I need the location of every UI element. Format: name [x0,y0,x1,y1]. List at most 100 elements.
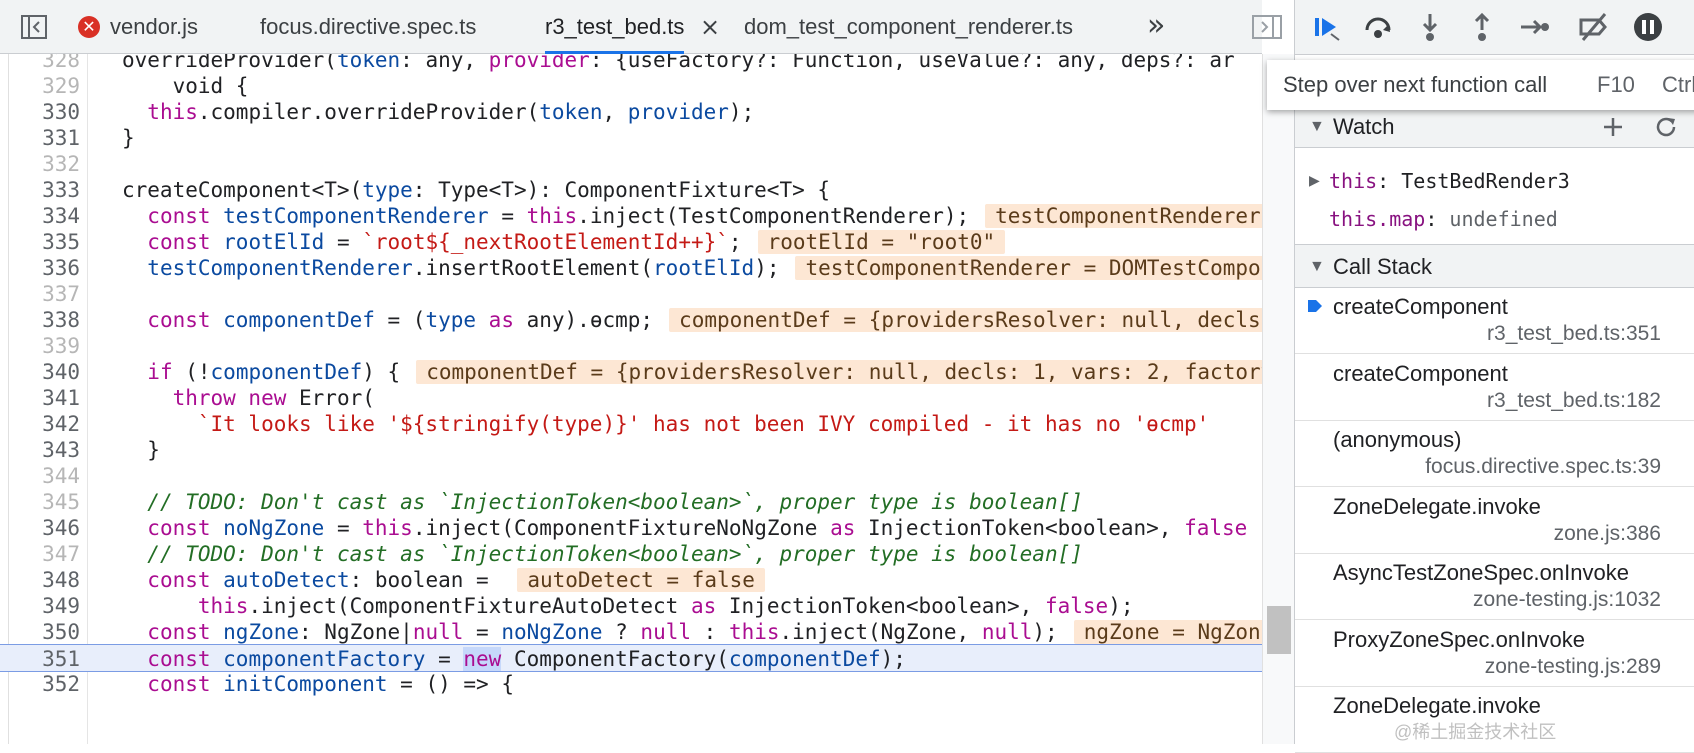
line-number[interactable]: 342 [8,410,80,438]
code-line[interactable]: 344 [0,462,1262,490]
watch-header[interactable]: ▼ Watch [1295,104,1694,148]
line-number[interactable]: 343 [8,436,80,464]
code-line[interactable]: 339 [0,332,1262,360]
tab-r3-test-bed[interactable]: r3_test_bed.ts [545,0,685,54]
line-number[interactable]: 349 [8,592,80,620]
line-number[interactable]: 330 [8,98,80,126]
current-frame-arrow-icon [1308,300,1322,312]
line-number[interactable]: 337 [8,280,80,308]
code-token: componentFactory [223,647,426,671]
code-line[interactable]: 333 createComponent<T>(type: Type<T>): Co… [0,176,1262,204]
line-number[interactable]: 340 [8,358,80,386]
code-token: .inject(TestComponentRenderer); [577,204,970,228]
code-line[interactable]: 345 // TODO: Don't cast as `InjectionTok… [0,488,1262,516]
line-number[interactable]: 344 [8,462,80,490]
code-text: // TODO: Don't cast as `InjectionToken<b… [122,488,1083,516]
line-number[interactable]: 339 [8,332,80,360]
code-line[interactable]: 347 // TODO: Don't cast as `InjectionTok… [0,540,1262,568]
watch-item[interactable]: this.map: undefined [1295,200,1694,238]
line-number[interactable]: 335 [8,228,80,256]
line-number[interactable]: 346 [8,514,80,542]
toggle-navigator-icon[interactable] [20,13,48,41]
tab-focus-directive-spec[interactable]: focus.directive.spec.ts [260,0,476,54]
scroll-thumb[interactable] [1267,606,1291,654]
code-token: `root${_nextRootElementId++}` [362,230,729,254]
code-line[interactable]: 350 const ngZone: NgZone|null = noNgZone… [0,618,1262,646]
code-text: // TODO: Don't cast as `InjectionToken<b… [122,540,1083,568]
close-tab-icon[interactable]: × [700,0,720,54]
call-stack-frame[interactable]: ZoneDelegate.invoke zone.js:386 [1295,488,1694,554]
current-execution-line[interactable]: 351 const componentFactory = new Compone… [0,644,1262,672]
code-line[interactable]: 329 void { [0,72,1262,100]
line-number[interactable]: 348 [8,566,80,594]
editor-scrollbar[interactable] [1262,54,1295,744]
inline-variable-value: testComponentRenderer = DOMTestComponent… [985,204,1262,228]
line-number[interactable]: 347 [8,540,80,568]
call-stack-frame[interactable]: createComponent r3_test_bed.ts:182 [1295,355,1694,421]
deactivate-breakpoints-icon[interactable] [1577,10,1611,44]
line-number[interactable]: 328 [8,54,80,74]
call-stack-frame[interactable]: createComponent r3_test_bed.ts:351 [1295,288,1694,354]
frame-function-name: ZoneDelegate.invoke [1333,693,1541,718]
call-stack-frame[interactable]: (anonymous) focus.directive.spec.ts:39 [1295,421,1694,487]
code-line[interactable]: 334 const testComponentRenderer = this.i… [0,202,1262,230]
code-token: autoDetect [223,568,350,592]
watch-value: undefined [1449,207,1558,231]
tab-vendor-js[interactable]: vendor.js [110,0,198,54]
step-into-icon[interactable] [1413,10,1447,44]
tab-dom-test-component-renderer[interactable]: dom_test_component_renderer.ts [744,0,1073,54]
line-number[interactable]: 331 [8,124,80,152]
code-token: provider [488,54,590,72]
code-line[interactable]: 338 const componentDef = (type as any).ɵ… [0,306,1262,334]
add-watch-icon[interactable] [1601,115,1625,139]
line-number[interactable]: 351 [8,645,80,673]
line-number[interactable]: 350 [8,618,80,646]
line-number[interactable]: 332 [8,150,80,178]
watch-expression: this.map [1329,207,1426,231]
refresh-icon[interactable] [1653,114,1679,140]
watch-item[interactable]: ▶ this: TestBedRender3 [1295,162,1694,200]
code-line[interactable]: 337 [0,280,1262,308]
more-tabs-icon[interactable]: » [1147,0,1165,54]
line-number[interactable]: 329 [8,72,80,100]
code-line[interactable]: 342 `It looks like '${stringify(type)}' … [0,410,1262,438]
toggle-debugger-icon[interactable] [1252,14,1282,40]
code-editor[interactable]: 328 overrideProvider(token: any, provider… [0,54,1262,744]
pause-on-exceptions-icon[interactable] [1631,10,1665,44]
call-stack-frame[interactable]: AsyncTestZoneSpec.onInvoke zone-testing.j… [1295,554,1694,620]
step-over-icon[interactable] [1361,10,1395,44]
code-line[interactable]: 336 testComponentRenderer.insertRootElem… [0,254,1262,282]
inline-variable-value: autoDetect = false [517,568,765,592]
code-line[interactable]: 340 if (!componentDef) {componentDef = {… [0,358,1262,386]
watch-title: Watch [1333,114,1395,139]
line-number[interactable]: 345 [8,488,80,516]
code-line[interactable]: 332 [0,150,1262,178]
error-icon: ✕ [78,16,100,38]
code-line[interactable]: 352 const initComponent = () => { [0,670,1262,698]
call-stack-frame[interactable]: ProxyZoneSpec.onInvoke zone-testing.js:28… [1295,621,1694,687]
code-line[interactable]: 343 } [0,436,1262,464]
code-text: throw new Error( [122,384,375,412]
resume-icon[interactable] [1309,10,1343,44]
line-number[interactable]: 341 [8,384,80,412]
line-number[interactable]: 333 [8,176,80,204]
code-line[interactable]: 349 this.inject(ComponentFixtureAutoDete… [0,592,1262,620]
code-line[interactable]: 341 throw new Error( [0,384,1262,412]
code-line[interactable]: 330 this.compiler.overrideProvider(token… [0,98,1262,126]
code-line[interactable]: 348 const autoDetect: boolean = autoDete… [0,566,1262,594]
code-text: const testComponentRenderer = this.injec… [122,202,1262,230]
step-icon[interactable] [1517,10,1551,44]
expand-triangle-icon[interactable]: ▶ [1309,162,1320,200]
call-stack-header[interactable]: ▼ Call Stack [1295,244,1694,288]
code-line[interactable]: 346 const noNgZone = this.inject(Compone… [0,514,1262,542]
code-text: this.compiler.overrideProvider(token, pr… [122,98,754,126]
code-line[interactable]: 331} [0,124,1262,152]
code-line[interactable]: 328 overrideProvider(token: any, provider… [0,54,1262,74]
step-out-icon[interactable] [1465,10,1499,44]
line-number[interactable]: 338 [8,306,80,334]
line-number[interactable]: 336 [8,254,80,282]
frame-location: zone-testing.js:289 [1484,654,1661,678]
line-number[interactable]: 334 [8,202,80,230]
line-number[interactable]: 352 [8,670,80,698]
code-line[interactable]: 335 const rootElId = `root${_nextRootEle… [0,228,1262,256]
